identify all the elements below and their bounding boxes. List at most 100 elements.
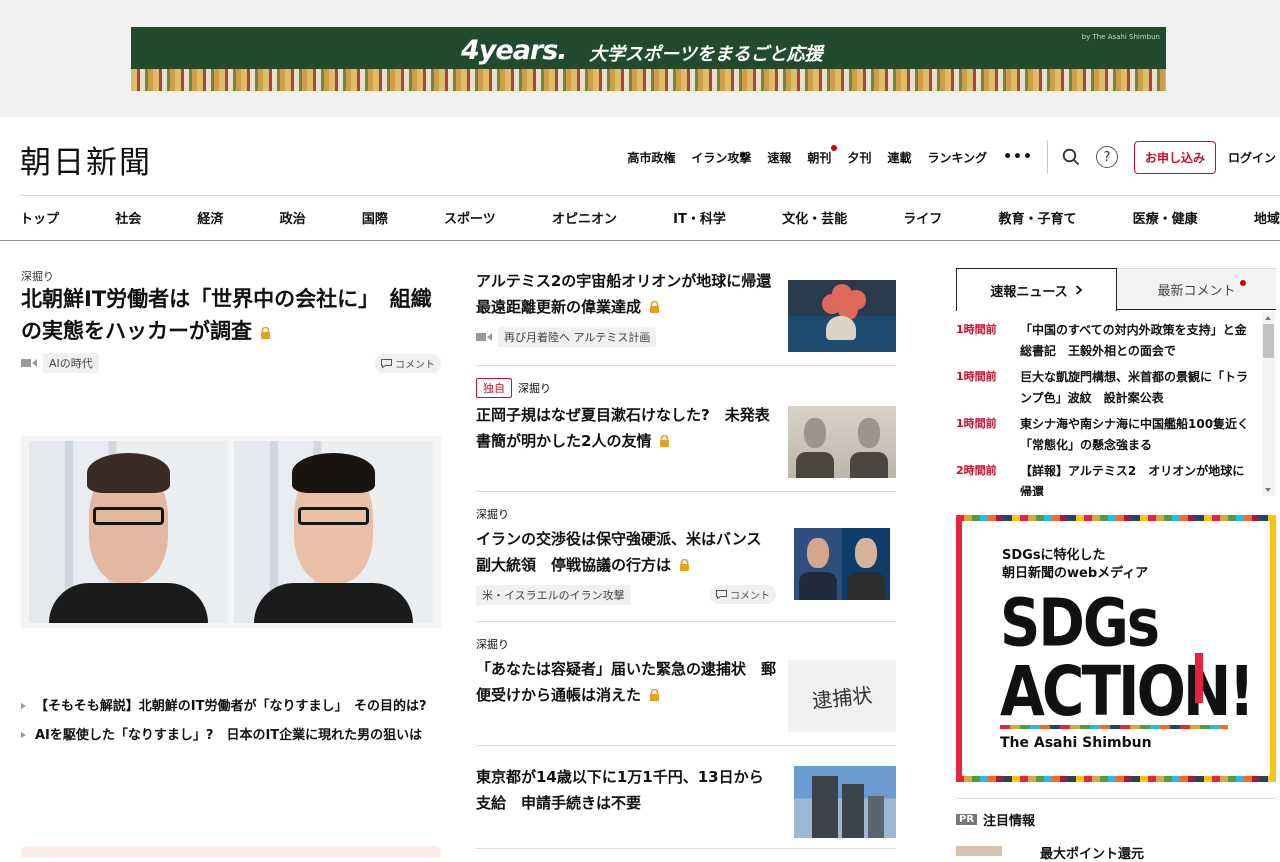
nav-international[interactable]: 国際 (362, 208, 388, 227)
lead-kicker: 深掘り (21, 270, 54, 283)
ad-text: 大学スポーツをまるごと応援 (589, 44, 823, 65)
util-link-iran[interactable]: イラン攻撃 (691, 149, 751, 166)
story-title-link[interactable]: 正岡子規はなぜ夏目漱石けなした? 未発表書簡が明かした2人の友情 (476, 402, 776, 455)
story-title: 正岡子規はなぜ夏目漱石けなした? 未発表書簡が明かした2人の友情 (476, 406, 770, 451)
nav-culture[interactable]: 文化・芸能 (782, 208, 847, 227)
lead-meta: AIの時代 コメント (21, 353, 441, 373)
story-iran[interactable]: 深掘り イランの交渉役は保守強硬派、米はバンス副大統領 停戦協議の行方は 米・イ… (476, 492, 896, 622)
ad-crowd-graphic (131, 69, 1166, 91)
lock-icon (650, 689, 660, 702)
related-list: 【そもそも解説】北朝鮮のIT労働者が「なりすまし」 その目的は? AIを駆使した… (21, 696, 441, 755)
story-warrant[interactable]: 深掘り 「あなたは容疑者」届いた緊急の逮捕状 郵便受けから通帳は消えた 逮捕状 (476, 622, 896, 746)
story-tag[interactable]: 再び月着陸へ アルテミス計画 (498, 326, 657, 347)
lead-tag-wrap: AIの時代 (21, 353, 99, 373)
ad-banner-4years[interactable]: 4years. 大学スポーツをまるごと応援 by The Asahi Shimb… (131, 27, 1166, 91)
story-comment-label: コメント (730, 591, 770, 602)
nav-health[interactable]: 医療・健康 (1133, 208, 1198, 227)
lock-icon (650, 301, 660, 314)
nav-education[interactable]: 教育・子育て (998, 208, 1076, 227)
breaking-item[interactable]: 1時間前 「中国のすべての対内外政策を支持」と金総書記 王毅外相との面会で (956, 320, 1256, 362)
story-comment-button[interactable]: コメント (710, 585, 776, 604)
scroll-down-arrow-icon[interactable] (1265, 488, 1271, 492)
subscribe-button[interactable]: お申し込み (1133, 140, 1216, 174)
breaking-news-list: 1時間前 「中国のすべての対内外政策を支持」と金総書記 王毅外相との面会で 1時… (956, 320, 1256, 496)
search-button[interactable] (1060, 146, 1082, 168)
thumb-warrant-text: 逮捕状 (811, 682, 874, 713)
story-title-link[interactable]: 「あなたは容疑者」届いた緊急の逮捕状 郵便受けから通帳は消えた (476, 656, 776, 709)
story-kicker: 深掘り (518, 382, 551, 395)
news-tabs: 速報ニュース 最新コメント (956, 268, 1276, 311)
site-logo[interactable]: 朝日新聞 (20, 137, 152, 182)
comment-icon (381, 358, 392, 368)
story-divider (476, 848, 896, 849)
scroll-up-arrow-icon[interactable] (1265, 316, 1271, 320)
story-kicker-row: 深掘り (476, 506, 896, 522)
story-kicker-row: 独自 深掘り (476, 378, 896, 398)
new-dot (1240, 280, 1246, 286)
pr-header: PR 注目情報 (956, 810, 1035, 829)
story-tag-wrap: 再び月着陸へ アルテミス計画 (476, 326, 657, 347)
story-tag[interactable]: 米・イスラエルのイラン攻撃 (476, 584, 631, 605)
breaking-item[interactable]: 1時間前 巨大な凱旋門構想、米首都の景観に「トランプ色」波紋 設計案公表 (956, 367, 1256, 409)
thumb-tokyo-building (794, 766, 896, 838)
header-divider (20, 195, 1280, 196)
nav-region[interactable]: 地域 (1254, 208, 1280, 227)
nav-it-science[interactable]: IT・科学 (673, 208, 726, 227)
nav-top[interactable]: トップ (20, 208, 59, 227)
breaking-text: 【詳報】アルテミス2 オリオンが地球に帰還 (1020, 464, 1245, 496)
tab-latest-comments[interactable]: 最新コメント (1117, 268, 1276, 309)
nav-life[interactable]: ライフ (903, 208, 942, 227)
sdgs-action-ad[interactable]: SDGsに特化した 朝日新聞のwebメディア SDGs ACTION! The … (956, 515, 1276, 782)
lead-title-link[interactable]: 北朝鮮IT労働者は「世界中の会社に」 組織の実態をハッカーが調査 (21, 287, 432, 343)
pr-label: 注目情報 (983, 814, 1036, 829)
story-title-link[interactable]: アルテミス2の宇宙船オリオンが地球に帰還 最遠距離更新の偉業達成 (476, 268, 786, 321)
related-link-2[interactable]: AIを駆使した「なりすまし」? 日本のIT企業に現れた男の狙いは (21, 725, 441, 746)
util-link-ranking[interactable]: ランキング (927, 149, 987, 166)
story-title-link[interactable]: イランの交渉役は保守強硬派、米はバンス副大統領 停戦協議の行方は (476, 526, 776, 579)
nav-politics[interactable]: 政治 (280, 208, 306, 227)
sdgs-color-bar (1000, 725, 1228, 729)
lead-tag[interactable]: AIの時代 (43, 353, 99, 373)
lead-photo[interactable] (21, 436, 441, 628)
sdgs-subtitle-line2: 朝日新聞のwebメディア (1002, 565, 1149, 581)
story-title-link[interactable]: 東京都が14歳以下に1万1千円、13日から支給 申請手続きは不要 (476, 764, 776, 817)
nav-opinion[interactable]: オピニオン (552, 208, 617, 227)
exclusive-badge: 独自 (476, 378, 512, 398)
breaking-time: 1時間前 (956, 370, 997, 383)
photo-man-right (234, 441, 433, 623)
thumb-shiki-soseki (788, 406, 896, 478)
video-icon (476, 332, 492, 341)
sdgs-brand: The Asahi Shimbun (1000, 735, 1152, 751)
help-icon[interactable]: ? (1095, 146, 1118, 168)
utility-nav: 高市政権 イラン攻撃 速報 朝刊 夕刊 連載 ランキング ••• ? お申し込み… (627, 140, 1280, 174)
pr-badge: PR (956, 814, 978, 825)
tab-breaking-label: 速報ニュース (990, 284, 1068, 300)
breaking-time: 1時間前 (956, 417, 997, 430)
story-artemis[interactable]: アルテミス2の宇宙船オリオンが地球に帰還 最遠距離更新の偉業達成 再び月着陸へ … (476, 268, 896, 366)
breaking-item[interactable]: 2時間前 【詳報】アルテミス2 オリオンが地球に帰還 (956, 461, 1256, 496)
lead-comment-button[interactable]: コメント (375, 353, 441, 373)
breaking-item[interactable]: 1時間前 東シナ海や南シナ海に中国艦船100隻近く 「常態化」の懸念強まる (956, 414, 1256, 456)
login-link[interactable]: ログイン (1228, 149, 1276, 166)
util-link-evening[interactable]: 夕刊 (847, 149, 871, 166)
story-meta: 米・イスラエルのイラン攻撃 コメント (476, 584, 776, 605)
next-card-edge (21, 846, 441, 858)
util-link-series[interactable]: 連載 (887, 149, 911, 166)
util-link-morning[interactable]: 朝刊 (807, 144, 838, 166)
tab-breaking-news[interactable]: 速報ニュース (956, 268, 1117, 311)
util-link-breaking[interactable]: 速報 (767, 149, 791, 166)
scrollbar-thumb[interactable] (1263, 324, 1274, 358)
story-shiki[interactable]: 独自 深掘り 正岡子規はなぜ夏目漱石けなした? 未発表書簡が明かした2人の友情 (476, 366, 896, 492)
util-link-takaichi[interactable]: 高市政権 (627, 149, 675, 166)
lock-icon (680, 559, 690, 572)
video-icon (21, 359, 37, 367)
breaking-time: 2時間前 (956, 464, 997, 477)
nav-economy[interactable]: 経済 (197, 208, 223, 227)
more-menu-button[interactable]: ••• (1003, 149, 1033, 165)
related-link-1[interactable]: 【そもそも解説】北朝鮮のIT労働者が「なりすまし」 その目的は? (21, 696, 441, 717)
pr-thumb[interactable] (956, 846, 1002, 856)
sdgs-arrow-accent (1195, 653, 1203, 703)
story-tokyo[interactable]: 東京都が14歳以下に1万1千円、13日から支給 申請手続きは不要 (476, 746, 896, 850)
nav-society[interactable]: 社会 (115, 208, 141, 227)
nav-sports[interactable]: スポーツ (444, 208, 496, 227)
